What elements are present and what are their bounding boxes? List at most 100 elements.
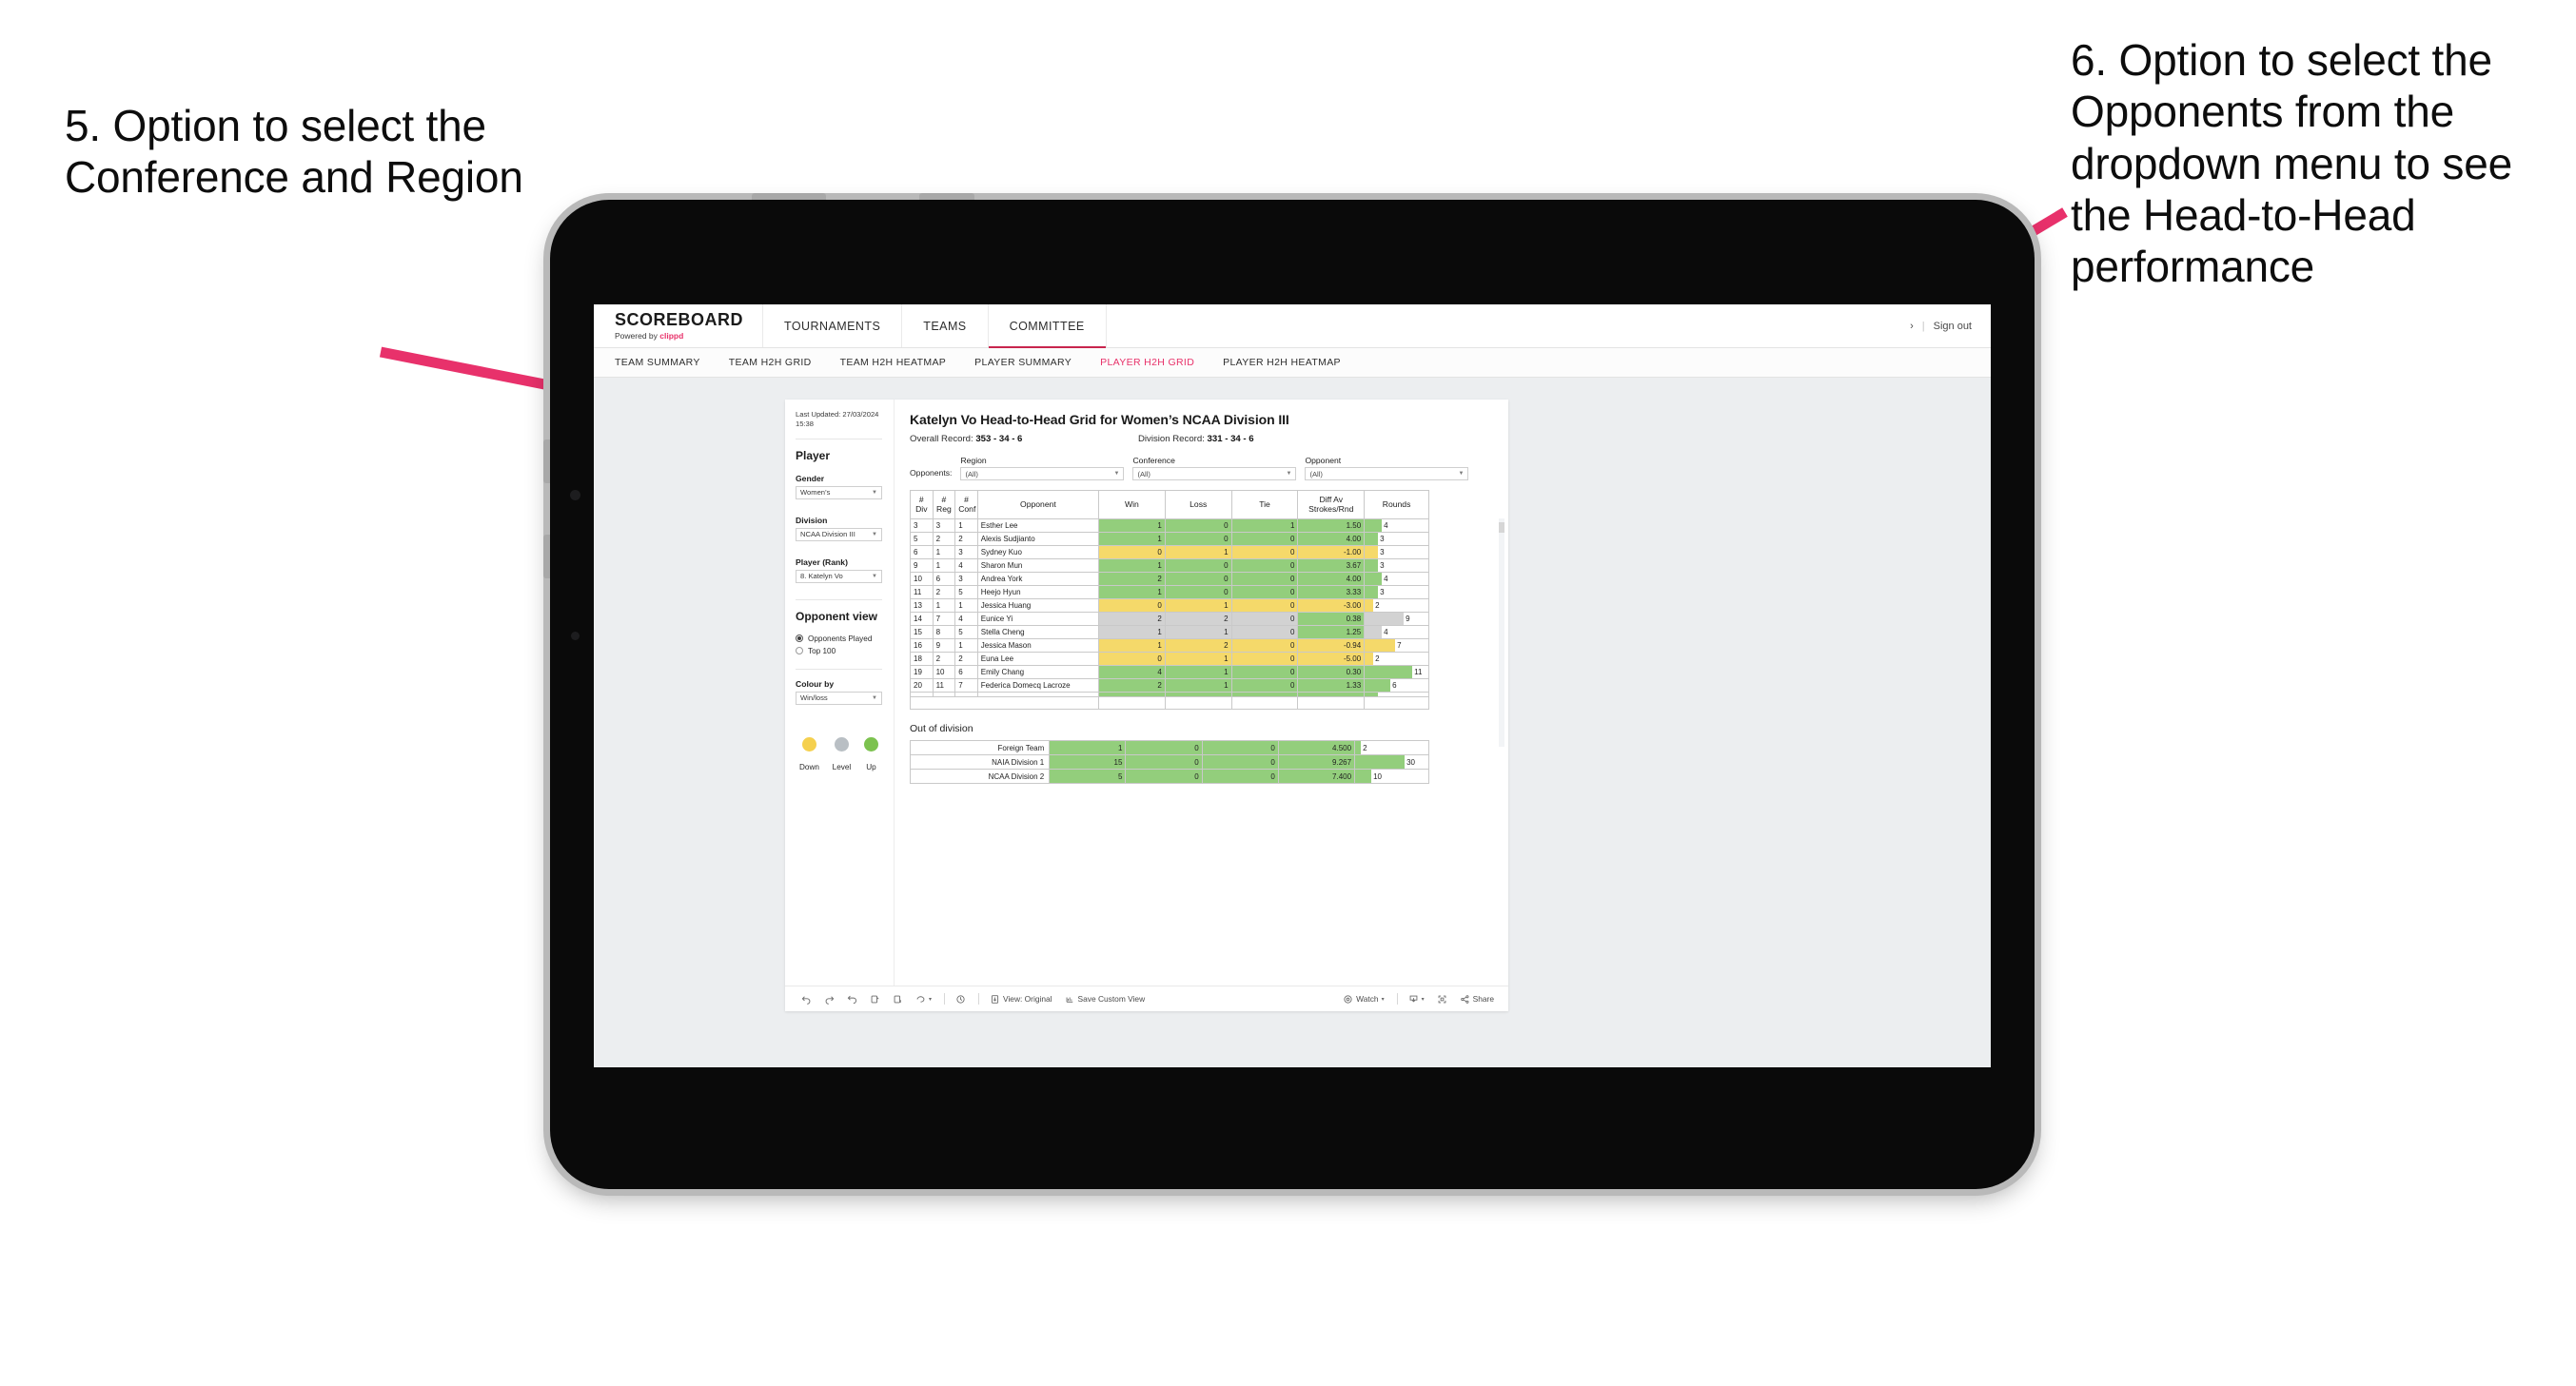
th-reg-line2: Reg xyxy=(936,503,952,514)
tablet-camera xyxy=(570,490,580,500)
gender-select[interactable]: Women’s ▼ xyxy=(796,485,882,499)
th-opponent: Opponent xyxy=(976,490,1100,519)
tablet-side-button-2[interactable] xyxy=(543,535,550,578)
table-row[interactable]: 18 2 2 Euna Lee 0 1 0 -5.00 2 xyxy=(910,652,1429,666)
player-rank-select[interactable]: 8. Katelyn Vo ▼ xyxy=(796,569,882,583)
cell-opponent: Stella Cheng xyxy=(976,625,1100,639)
loop-button[interactable]: ▾ xyxy=(915,994,932,1005)
download-button[interactable]: ▾ xyxy=(1408,994,1425,1005)
pause-auto-update-button[interactable] xyxy=(955,994,966,1005)
conference-select[interactable]: (All) ▼ xyxy=(1132,467,1297,480)
account-chevron-icon[interactable]: › xyxy=(1910,321,1914,332)
out-of-division-row[interactable]: NCAA Division 2 5 0 0 7.400 10 xyxy=(909,769,1429,784)
cell-loss: 0 xyxy=(1125,769,1203,784)
cell-opponent: Alexis Sudjianto xyxy=(976,532,1100,546)
cell-rounds: 6 xyxy=(1364,678,1429,693)
tab-team-h2h-grid[interactable]: TEAM H2H GRID xyxy=(729,357,828,368)
table-row[interactable]: 3 3 1 Esther Lee 1 0 1 1.50 4 xyxy=(910,518,1429,533)
radio-opponents-played[interactable]: Opponents Played xyxy=(796,634,882,643)
cell-group-name: NAIA Division 1 xyxy=(909,754,1051,770)
table-row[interactable]: 9 1 4 Sharon Mun 1 0 0 3.67 3 xyxy=(910,558,1429,573)
tab-team-summary[interactable]: TEAM SUMMARY xyxy=(615,357,717,368)
cell-diff: -1.00 xyxy=(1297,545,1366,559)
table-row[interactable]: 16 9 1 Jessica Mason 1 2 0 -0.94 7 xyxy=(910,638,1429,653)
cell-conf: 1 xyxy=(954,518,978,533)
sign-out-link[interactable]: Sign out xyxy=(1934,321,1972,332)
radio-unselected-icon xyxy=(796,647,803,654)
table-scrollbar-thumb[interactable] xyxy=(1499,522,1504,533)
cell-loss: 0 xyxy=(1164,518,1232,533)
cell-loss: 1 xyxy=(1164,652,1232,666)
tablet-top-button-2[interactable] xyxy=(919,193,974,200)
cell-win: 15 xyxy=(1049,754,1127,770)
cell-reg: 1 xyxy=(932,598,956,613)
cell-win: 0 xyxy=(1098,652,1166,666)
cell-opponent: Jessica Huang xyxy=(976,598,1100,613)
legend-level-label: Level xyxy=(832,762,852,771)
tablet-top-button-1[interactable] xyxy=(752,193,826,200)
table-row[interactable]: 10 6 3 Andrea York 2 0 0 4.00 4 xyxy=(910,572,1429,586)
division-select[interactable]: NCAA Division III ▼ xyxy=(796,527,882,541)
table-row[interactable]: 13 1 1 Jessica Huang 0 1 0 -3.00 2 xyxy=(910,598,1429,613)
redo-button[interactable] xyxy=(824,994,835,1005)
table-row[interactable]: 15 8 5 Stella Cheng 1 1 0 1.25 4 xyxy=(910,625,1429,639)
nav-item-teams[interactable]: TEAMS xyxy=(902,304,989,347)
cell-diff: 0.30 xyxy=(1297,665,1366,679)
undo-button[interactable] xyxy=(801,994,812,1005)
out-of-division-row[interactable]: Foreign Team 1 0 0 4.500 2 xyxy=(909,740,1429,755)
radio-top-100[interactable]: Top 100 xyxy=(796,647,882,655)
pause-button[interactable] xyxy=(893,994,903,1005)
table-row[interactable]: 14 7 4 Eunice Yi 2 2 0 0.38 9 xyxy=(910,612,1429,626)
table-scrollbar[interactable] xyxy=(1499,518,1504,747)
brand-powered-prefix: Powered by xyxy=(615,331,660,341)
fullscreen-button[interactable] xyxy=(1437,994,1447,1005)
save-custom-view-button[interactable]: Save Custom View xyxy=(1065,994,1145,1005)
tab-player-summary[interactable]: PLAYER SUMMARY xyxy=(974,357,1088,368)
table-row[interactable]: 5 2 2 Alexis Sudjianto 1 0 0 4.00 3 xyxy=(910,532,1429,546)
refresh-button[interactable] xyxy=(870,994,880,1005)
cell-rounds-value: 11 xyxy=(1414,668,1423,676)
table-row[interactable]: 20 11 7 Federica Domecq Lacroze 2 1 0 1.33 6 xyxy=(910,678,1429,693)
table-row[interactable]: 6 1 3 Sydney Kuo 0 1 0 -1.00 3 xyxy=(910,545,1429,559)
th-loss: Loss xyxy=(1164,490,1232,519)
cell-rounds-value: 6 xyxy=(1392,681,1397,690)
brand-powered-name: clippd xyxy=(659,331,684,341)
watch-button[interactable]: Watch ▾ xyxy=(1343,994,1385,1005)
brand-title: SCOREBOARD xyxy=(615,310,744,329)
revert-button[interactable] xyxy=(847,994,857,1005)
out-of-division-row[interactable]: NAIA Division 1 15 0 0 9.267 30 xyxy=(909,754,1429,770)
tablet-side-button-1[interactable] xyxy=(543,439,550,483)
opponent-value: (All) xyxy=(1309,469,1323,478)
tab-player-h2h-grid[interactable]: PLAYER H2H GRID xyxy=(1100,357,1210,368)
cell-div: 16 xyxy=(910,638,934,653)
tab-team-h2h-heatmap[interactable]: TEAM H2H HEATMAP xyxy=(840,357,963,368)
legend-level-swatch xyxy=(834,736,849,752)
nav-item-committee[interactable]: COMMITTEE xyxy=(988,304,1107,348)
region-select[interactable]: (All) ▼ xyxy=(960,467,1125,480)
table-row[interactable]: 11 2 5 Heejo Hyun 1 0 0 3.33 3 xyxy=(910,585,1429,599)
share-button[interactable]: Share xyxy=(1460,994,1494,1005)
colour-by-label: Colour by xyxy=(796,678,835,689)
tab-player-h2h-heatmap[interactable]: PLAYER H2H HEATMAP xyxy=(1223,357,1357,368)
cell-tie: 0 xyxy=(1230,545,1299,559)
table-row[interactable]: 19 10 6 Emily Chang 4 1 0 0.30 11 xyxy=(910,665,1429,679)
division-label: Division xyxy=(796,515,828,525)
filter-region-label: Region xyxy=(960,456,987,465)
cell-tie: 0 xyxy=(1230,558,1299,573)
th-conf-line2: Conf xyxy=(958,503,976,514)
cell-win: 1 xyxy=(1098,638,1166,653)
nav-item-tournaments[interactable]: TOURNAMENTS xyxy=(763,304,903,347)
tablet-sensor xyxy=(571,632,580,640)
chevron-down-icon: ▾ xyxy=(929,996,933,1003)
cell-diff: 3.67 xyxy=(1297,558,1366,573)
opponent-select[interactable]: (All) ▼ xyxy=(1305,467,1469,480)
chevron-down-icon: ▾ xyxy=(1381,996,1385,1003)
colour-by-select[interactable]: Win/loss ▼ xyxy=(796,691,882,705)
cell-div: 19 xyxy=(910,665,934,679)
radio-opponents-played-label: Opponents Played xyxy=(808,634,873,643)
cell-opponent: Emily Chang xyxy=(976,665,1100,679)
viz-toolbar: ▾ View: Original Save Custom View Watch ▾… xyxy=(785,986,1508,1011)
brand-logo[interactable]: SCOREBOARD Powered by clippd xyxy=(594,304,764,347)
cell-div: 10 xyxy=(910,572,934,586)
view-original-button[interactable]: View: Original xyxy=(990,994,1052,1005)
